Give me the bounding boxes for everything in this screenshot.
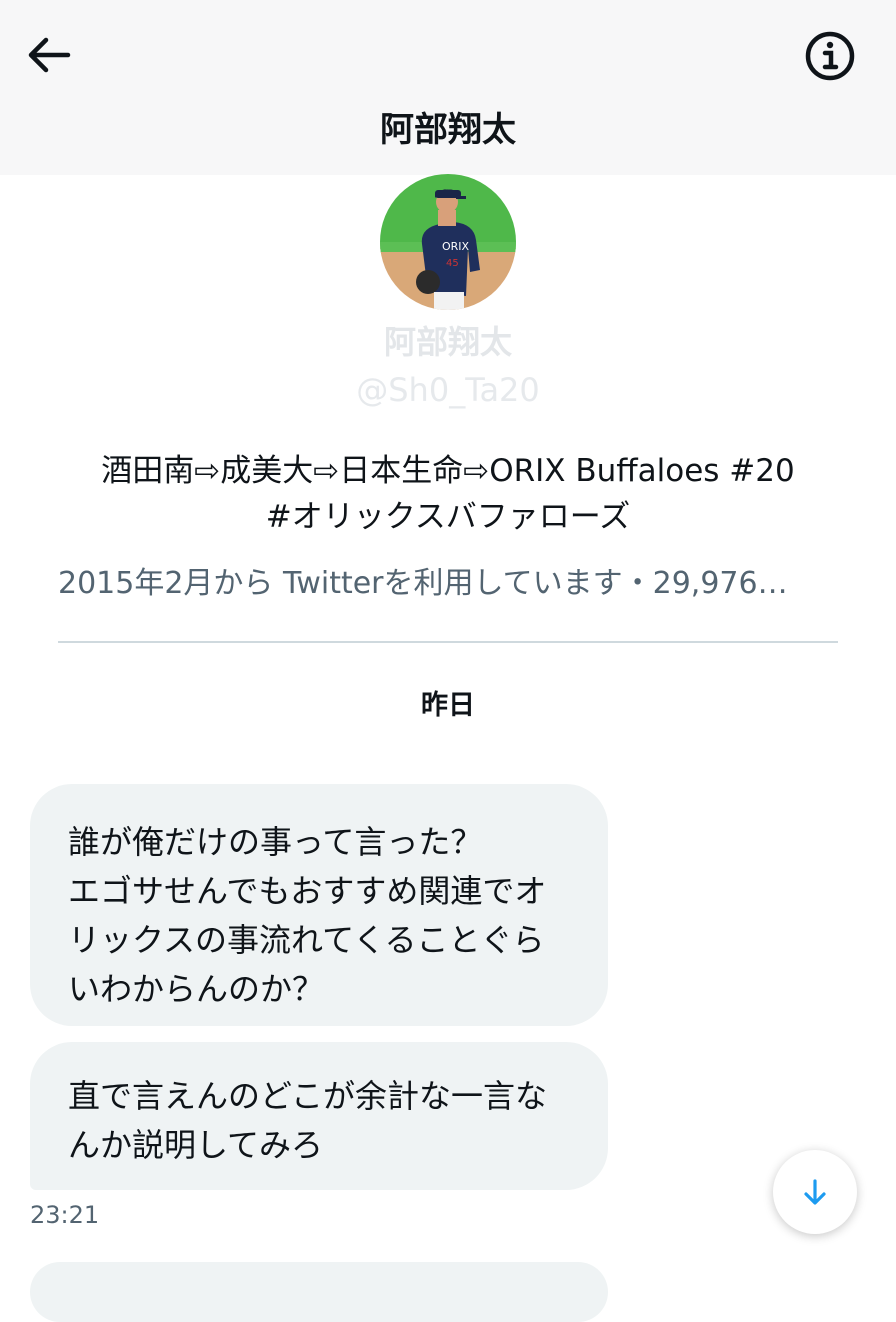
message-bubble[interactable]: 誰が俺だけの事って言った？ エゴサせんでもおすすめ関連でオリックスの事流れてくる… [30,784,608,1026]
back-button[interactable] [22,30,76,80]
profile-meta: 2015年2月から Twitterを利用しています・29,976… [58,566,788,601]
message-bubble-partial[interactable] [30,1262,608,1322]
bio-line-1: 酒田南⇨成美大⇨日本生命⇨ORIX Buffaloes #20 [101,453,795,489]
divider [58,641,838,643]
info-button[interactable] [800,28,860,84]
bio-line-2: #オリックスバファローズ [265,499,631,535]
profile-name: 阿部翔太 [383,323,512,361]
svg-text:ORIX: ORIX [442,240,470,253]
arrow-down-icon [804,1179,826,1205]
date-separator: 昨日 [421,690,475,721]
profile-avatar[interactable]: ORIX 45 [380,174,516,310]
profile-handle: @Sh0_Ta20 [356,371,540,409]
info-icon [805,31,855,81]
arrow-left-icon [28,37,71,73]
message-timestamp: 23:21 [30,1201,100,1229]
top-bar: 阿部翔太 [0,0,896,175]
conversation-title: 阿部翔太 [380,110,516,150]
profile-bio: 酒田南⇨成美大⇨日本生命⇨ORIX Buffaloes #20 #オリックスバフ… [40,448,856,540]
message-bubble[interactable]: 直で言えんのどこが余計な一言なんか説明してみろ [30,1042,608,1190]
scroll-to-bottom-button[interactable] [773,1150,857,1234]
svg-text:45: 45 [446,258,459,269]
